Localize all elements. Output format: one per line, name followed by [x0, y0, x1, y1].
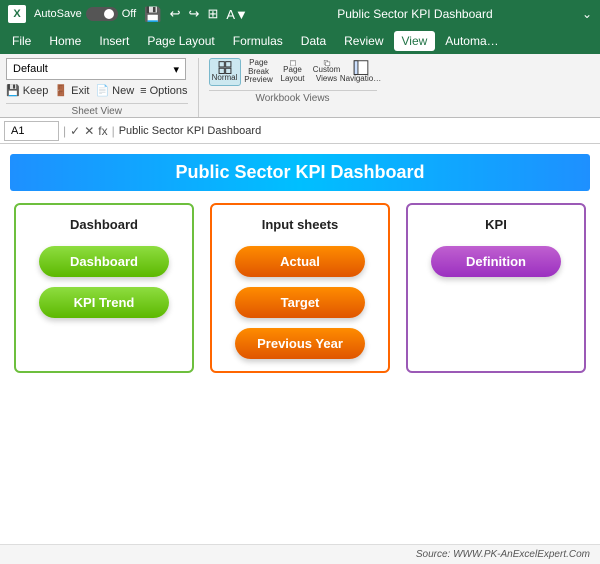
sheet-view-buttons: 💾 Keep 🚪 Exit 📄 New ≡ Options: [6, 84, 188, 97]
new-icon: 📄: [95, 84, 109, 97]
spreadsheet-area: Public Sector KPI Dashboard Dashboard Da…: [0, 144, 600, 544]
grid-icon[interactable]: ⊞: [207, 6, 218, 22]
view-buttons-row: Normal Page Break Preview: [209, 58, 377, 86]
menu-page-layout[interactable]: Page Layout: [139, 31, 222, 51]
formula-bar: A1 | ✓ ✕ fx | Public Sector KPI Dashboar…: [0, 118, 600, 144]
exit-button[interactable]: 🚪 Exit: [54, 84, 89, 97]
menu-review[interactable]: Review: [336, 31, 391, 51]
actual-pill[interactable]: Actual: [235, 246, 365, 277]
menu-automate[interactable]: Automa…: [437, 31, 506, 51]
navigation-button[interactable]: Navigatio…: [345, 58, 377, 86]
app-wrapper: X AutoSave Off 💾 ↩ ↪ ⊞ A▼ Public Sector …: [0, 0, 600, 564]
excel-logo: X: [8, 5, 26, 23]
formula-icons: ✓ ✕ fx: [70, 124, 107, 138]
options-icon: ≡: [140, 85, 146, 97]
cell-reference-box[interactable]: A1: [4, 121, 59, 141]
formula-content[interactable]: Public Sector KPI Dashboard: [119, 125, 596, 137]
menu-home[interactable]: Home: [41, 31, 89, 51]
autosave-toggle[interactable]: [86, 7, 118, 21]
previous-year-pill[interactable]: Previous Year: [235, 328, 365, 359]
ribbon: Default ▾ 💾 Keep 🚪 Exit 📄 New ≡: [0, 54, 600, 118]
page-layout-button[interactable]: Page Layout: [277, 58, 309, 86]
page-layout-label: Page Layout: [279, 66, 307, 84]
dashboard-pill[interactable]: Dashboard: [39, 246, 169, 277]
dashboard-box-title: Dashboard: [70, 217, 138, 232]
keep-icon: 💾: [6, 84, 20, 97]
autosave-label: AutoSave: [34, 8, 82, 20]
input-sheets-box: Input sheets Actual Target Previous Year: [210, 203, 390, 373]
fx-icon[interactable]: fx: [98, 124, 107, 138]
dropdown-arrow-icon[interactable]: ⌄: [582, 7, 592, 21]
target-pill[interactable]: Target: [235, 287, 365, 318]
undo-icon[interactable]: ↩: [170, 6, 181, 22]
cell-ref-value: A1: [11, 125, 24, 137]
normal-view-button[interactable]: Normal: [209, 58, 241, 86]
definition-pill[interactable]: Definition: [431, 246, 561, 277]
sheet-view-value: Default: [13, 63, 48, 75]
toggle-knob: [104, 9, 114, 19]
toggle-state: Off: [122, 8, 136, 20]
menu-file[interactable]: File: [4, 31, 39, 51]
formula-bar-separator: |: [112, 124, 115, 138]
title-bar: X AutoSave Off 💾 ↩ ↪ ⊞ A▼ Public Sector …: [0, 0, 600, 28]
cross-icon[interactable]: ✕: [84, 124, 94, 138]
dashboard-box: Dashboard Dashboard KPI Trend: [14, 203, 194, 373]
keep-button[interactable]: 💾 Keep: [6, 84, 48, 97]
workbook-title: Public Sector KPI Dashboard: [256, 7, 574, 21]
page-break-label: Page Break Preview: [244, 59, 272, 85]
source-text: Source: WWW.PK-AnExcelExpert.Com: [416, 549, 590, 560]
exit-icon: 🚪: [54, 84, 68, 97]
custom-views-button[interactable]: Custom Views: [311, 58, 343, 86]
save-icon[interactable]: 💾: [144, 6, 161, 23]
keep-label: Keep: [23, 85, 49, 97]
redo-icon[interactable]: ↪: [189, 6, 200, 22]
sheet-view-panel: Default ▾ 💾 Keep 🚪 Exit 📄 New ≡: [6, 58, 199, 117]
menu-data[interactable]: Data: [293, 31, 334, 51]
kpi-box-title: KPI: [485, 217, 507, 232]
source-footer: Source: WWW.PK-AnExcelExpert.Com: [0, 544, 600, 564]
workbook-views-label: Workbook Views: [209, 90, 377, 104]
kpi-box: KPI Definition: [406, 203, 586, 373]
options-label: Options: [150, 85, 188, 97]
input-sheets-title: Input sheets: [262, 217, 339, 232]
custom-views-label: Custom Views: [313, 66, 341, 84]
navigation-label: Navigatio…: [340, 75, 381, 84]
checkmark-icon[interactable]: ✓: [70, 124, 80, 138]
options-button[interactable]: ≡ Options: [140, 85, 187, 97]
formula-divider: |: [63, 124, 66, 138]
sheet-view-label: Sheet View: [6, 103, 188, 117]
page-break-button[interactable]: Page Break Preview: [243, 58, 275, 86]
new-button[interactable]: 📄 New: [95, 84, 134, 97]
menu-formulas[interactable]: Formulas: [225, 31, 291, 51]
autosave-area: AutoSave Off: [34, 7, 136, 21]
dashboard-title: Public Sector KPI Dashboard: [10, 154, 590, 191]
menu-bar: File Home Insert Page Layout Formulas Da…: [0, 28, 600, 54]
menu-insert[interactable]: Insert: [91, 31, 137, 51]
exit-label: Exit: [71, 85, 89, 97]
dashboard-boxes: Dashboard Dashboard KPI Trend Input shee…: [10, 203, 590, 373]
kpi-trend-pill[interactable]: KPI Trend: [39, 287, 169, 318]
navigation-icon: [351, 60, 371, 75]
sheet-view-dropdown[interactable]: Default ▾: [6, 58, 186, 80]
new-label: New: [112, 85, 134, 97]
menu-view[interactable]: View: [394, 31, 436, 51]
dropdown-chevron-icon: ▾: [173, 63, 179, 76]
font-color-icon[interactable]: A▼: [226, 7, 248, 22]
normal-label: Normal: [212, 74, 238, 83]
workbook-views-panel: Normal Page Break Preview: [209, 58, 377, 117]
